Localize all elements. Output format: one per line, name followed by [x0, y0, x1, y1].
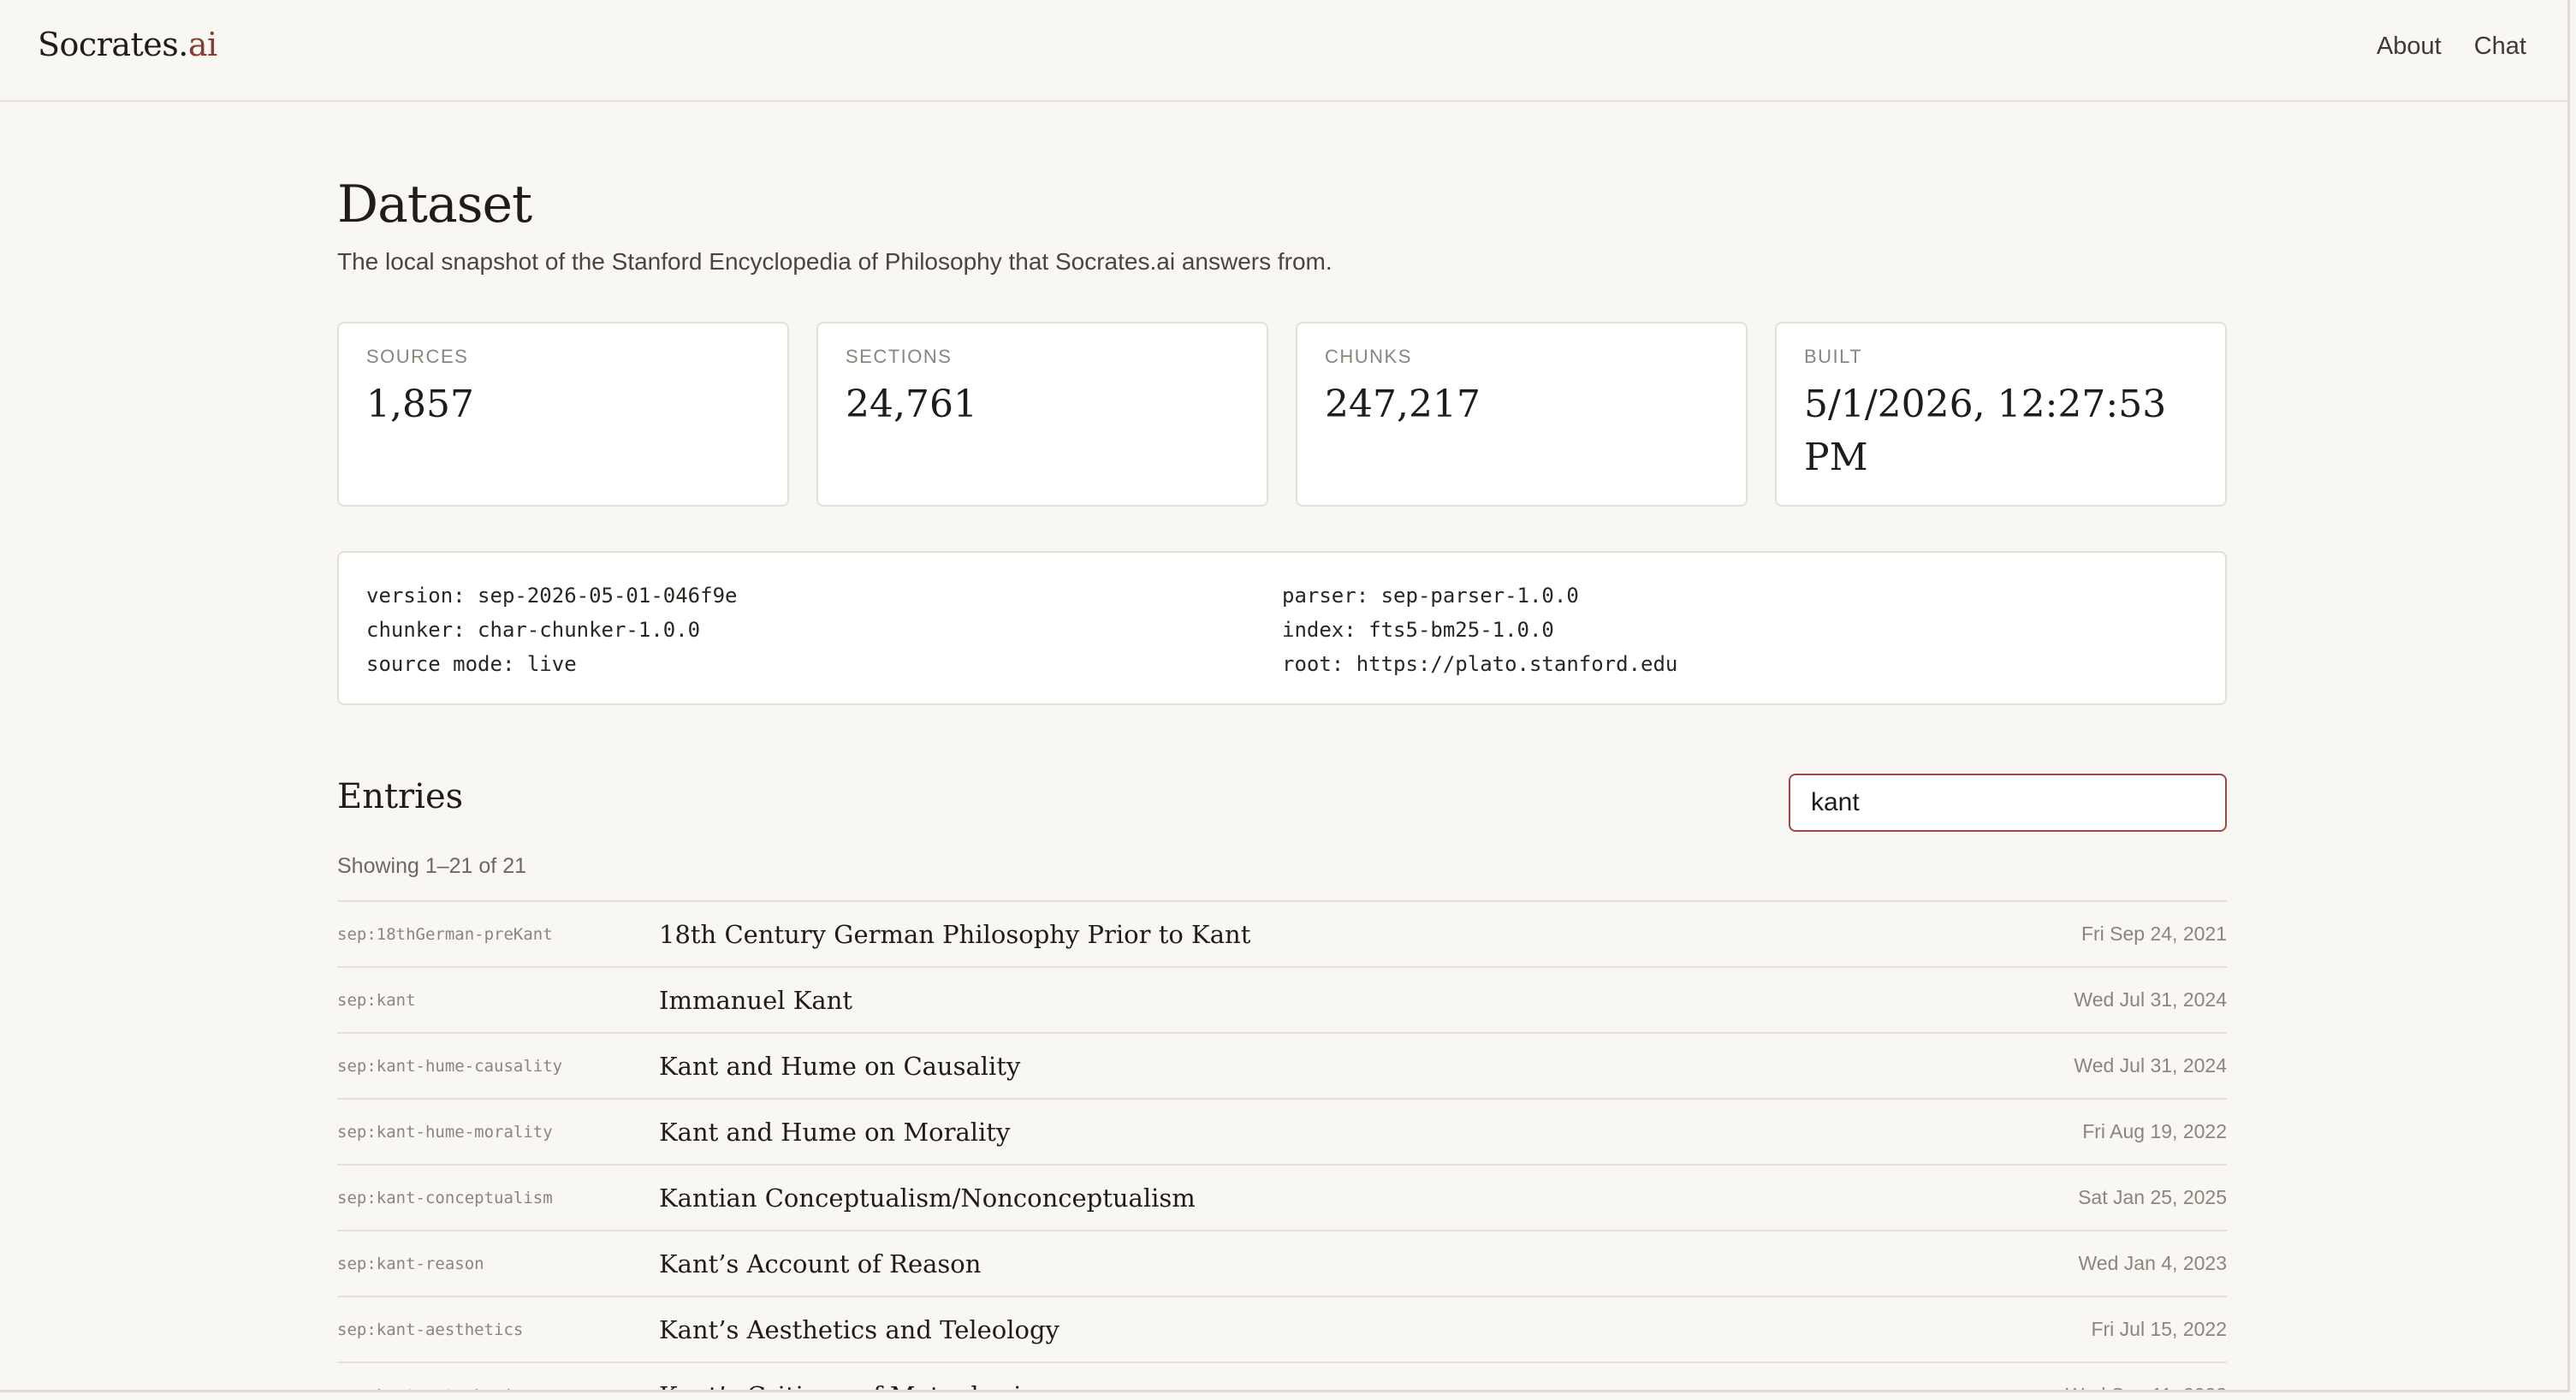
nav-chat-link[interactable]: Chat	[2474, 33, 2526, 61]
entry-slug: sep:kant	[337, 990, 416, 1010]
entry-slug: sep:kant-conceptualism	[337, 1188, 553, 1207]
brand-name: Socrates.	[38, 26, 188, 63]
metadata-right-column: parser: sep-parser-1.0.0 index: fts5-bm2…	[1282, 578, 2198, 678]
entry-row[interactable]: sep:kant Immanuel Kant Wed Jul 31, 2024	[337, 968, 2227, 1034]
entry-date: Wed Jan 4, 2023	[2078, 1252, 2227, 1274]
entry-row[interactable]: sep:kant-hume-morality Kant and Hume on …	[337, 1100, 2227, 1166]
metadata-chunker: chunker: char-chunker-1.0.0	[366, 618, 701, 642]
page-title: Dataset	[337, 175, 532, 234]
entry-date: Wed Jul 31, 2024	[2074, 988, 2227, 1011]
entry-row[interactable]: sep:18thGerman-preKant 18th Century Germ…	[337, 902, 2227, 968]
page-subtitle: The local snapshot of the Stanford Encyc…	[337, 248, 1333, 275]
entry-title[interactable]: Kantian Conceptualism/Nonconceptualism	[659, 1183, 2078, 1213]
entry-slug: sep:kant-reason	[337, 1254, 484, 1273]
stat-value: 247,217	[1325, 383, 1481, 426]
nav-about-link[interactable]: About	[2377, 33, 2442, 61]
entry-row[interactable]: sep:kant-aesthetics Kant’s Aesthetics an…	[337, 1297, 2227, 1363]
entries-list: sep:18thGerman-preKant 18th Century Germ…	[337, 900, 2227, 1391]
metadata-index: index: fts5-bm25-1.0.0	[1282, 618, 1554, 642]
entries-search-input[interactable]	[1789, 774, 2227, 832]
stat-card-sources: SOURCES 1,857	[337, 322, 789, 507]
stat-value: 1,857	[366, 383, 474, 426]
metadata-source-mode: source mode: live	[366, 652, 577, 676]
entry-title[interactable]: Kant’s Critique of Metaphysics	[659, 1381, 2066, 1391]
entry-row[interactable]: sep:kant-metaphysics Kant’s Critique of …	[337, 1363, 2227, 1391]
entry-date: Wed Sep 11, 2023	[2066, 1384, 2227, 1390]
entry-row[interactable]: sep:kant-conceptualism Kantian Conceptua…	[337, 1166, 2227, 1231]
main-nav: About Chat	[2377, 33, 2526, 61]
metadata-left-column: version: sep-2026-05-01-046f9e chunker: …	[366, 578, 1282, 678]
entry-title[interactable]: Kant and Hume on Causality	[659, 1052, 2074, 1081]
entry-date: Sat Jan 25, 2025	[2078, 1186, 2227, 1208]
stat-card-sections: SECTIONS 24,761	[816, 322, 1268, 507]
entry-title[interactable]: 18th Century German Philosophy Prior to …	[659, 920, 2081, 949]
brand-logo[interactable]: Socrates.ai	[38, 26, 217, 63]
entry-title[interactable]: Immanuel Kant	[659, 986, 2074, 1015]
entries-heading: Entries	[337, 777, 464, 816]
stat-card-built: BUILT 5/1/2026, 12:27:53 PM	[1775, 322, 2227, 507]
entry-date: Fri Aug 19, 2022	[2082, 1120, 2227, 1142]
entry-date: Fri Jul 15, 2022	[2091, 1318, 2227, 1340]
stats-row: SOURCES 1,857 SECTIONS 24,761 CHUNKS 247…	[337, 322, 2227, 507]
entry-slug: sep:18thGerman-preKant	[337, 924, 553, 944]
entry-slug: sep:kant-aesthetics	[337, 1320, 524, 1339]
app-window: Socrates.ai About Chat Dataset The local…	[0, 0, 2570, 1392]
metadata-version: version: sep-2026-05-01-046f9e	[366, 584, 738, 608]
entry-date: Wed Jul 31, 2024	[2074, 1054, 2227, 1077]
stat-label: BUILT	[1804, 346, 1863, 367]
entry-slug: sep:kant-metaphysics	[337, 1386, 659, 1391]
metadata-root: root: https://plato.stanford.edu	[1282, 652, 1678, 676]
stat-card-chunks: CHUNKS 247,217	[1296, 322, 1748, 507]
entry-title[interactable]: Kant and Hume on Morality	[659, 1118, 2082, 1147]
entry-row[interactable]: sep:kant-reason Kant’s Account of Reason…	[337, 1231, 2227, 1297]
stat-label: SOURCES	[366, 346, 469, 367]
entry-slug: sep:kant-hume-causality	[337, 1056, 563, 1076]
entry-title[interactable]: Kant’s Aesthetics and Teleology	[659, 1315, 2091, 1344]
stat-value: 24,761	[846, 383, 977, 426]
stat-label: SECTIONS	[846, 346, 953, 367]
stat-label: CHUNKS	[1325, 346, 1412, 367]
build-metadata: version: sep-2026-05-01-046f9e chunker: …	[337, 551, 2227, 705]
entry-date: Fri Sep 24, 2021	[2080, 922, 2227, 945]
stat-value: 5/1/2026, 12:27:53 PM	[1804, 383, 2167, 479]
metadata-parser: parser: sep-parser-1.0.0	[1282, 584, 1579, 608]
top-bar: Socrates.ai About Chat	[0, 0, 2567, 102]
results-count: Showing 1–21 of 21	[337, 854, 527, 878]
entry-title[interactable]: Kant’s Account of Reason	[659, 1249, 2079, 1278]
entry-row[interactable]: sep:kant-hume-causality Kant and Hume on…	[337, 1034, 2227, 1100]
entry-slug: sep:kant-hume-morality	[337, 1122, 553, 1142]
brand-accent: ai	[187, 26, 217, 63]
